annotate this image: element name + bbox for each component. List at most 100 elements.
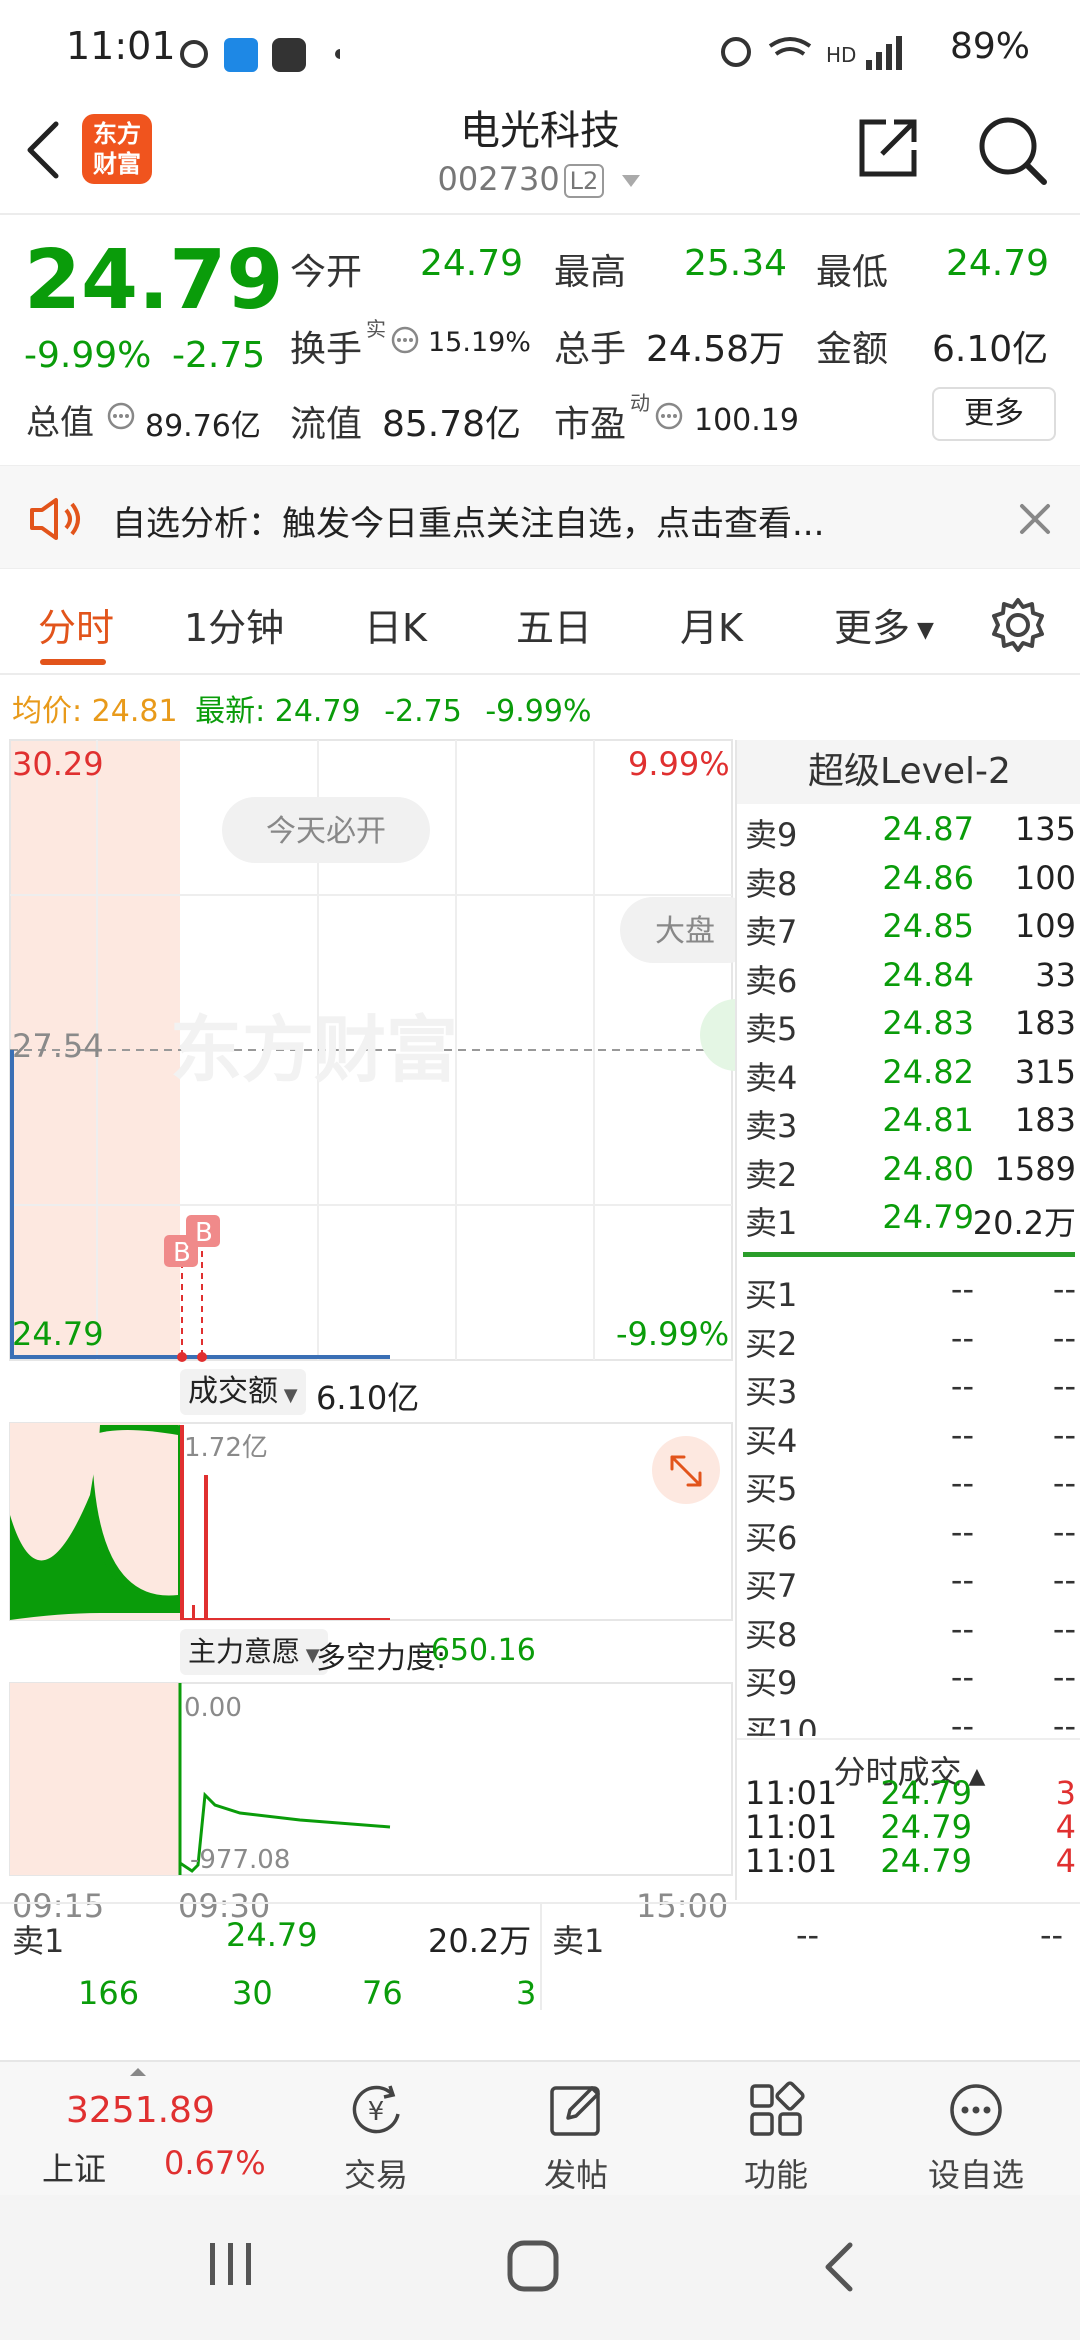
high-label: 最高 — [554, 252, 627, 293]
order-book[interactable]: 超级Level-2 卖9 24.87 135 卖8 24.86 100 卖7 24.85 109… — [735, 740, 1080, 1900]
ask-row[interactable]: 卖7 24.85 109 — [737, 907, 1080, 955]
nav-post[interactable]: 发帖 — [476, 2062, 676, 2197]
ask-price: 24.81 — [882, 1101, 974, 1139]
ask-volume: 20.2万 — [972, 1204, 1076, 1242]
bid-row[interactable]: 买10 -- -- — [737, 1707, 1080, 1737]
ask-row[interactable]: 卖4 24.82 315 — [737, 1053, 1080, 1101]
amount-label: 金额 — [816, 329, 889, 370]
info-icon[interactable] — [106, 401, 136, 431]
tab-1min[interactable]: 1分钟 — [184, 597, 284, 652]
strip-left-vol: 20.2万 — [428, 1922, 532, 1960]
bottom-nav: 3251.89 上证 0.67% ¥ 交易 发帖 功能 设自选 — [0, 2060, 1080, 2195]
ask-volume: 33 — [1035, 955, 1076, 994]
tab-daily-k[interactable]: 日K — [364, 597, 427, 652]
latest-label: 最新: — [195, 694, 266, 729]
search-icon[interactable] — [976, 114, 1048, 186]
bid-row[interactable]: 买1 -- -- — [737, 1270, 1080, 1318]
bid-level: 买6 — [745, 1518, 798, 1557]
ask-row[interactable]: 卖3 24.81 183 — [737, 1101, 1080, 1149]
quote-panel: 24.79 -9.99% -2.75 今开 24.79 最高 25.34 最低 … — [0, 215, 1080, 465]
notice-banner[interactable]: 自选分析：触发今日重点关注自选，点击查看... — [0, 465, 1080, 569]
recent-apps-icon[interactable] — [206, 2239, 256, 2289]
turnover-value: 15.19% — [428, 327, 531, 358]
bid-volume: -- — [1052, 1706, 1076, 1737]
bid-level: 买9 — [745, 1664, 798, 1702]
ask-price: 24.84 — [882, 955, 974, 994]
tab-five-day[interactable]: 五日 — [516, 597, 592, 652]
info-icon[interactable] — [654, 401, 684, 431]
bid-row[interactable]: 买6 -- -- — [737, 1513, 1080, 1561]
tab-monthly-k[interactable]: 月K — [680, 597, 743, 652]
ask-row[interactable]: 卖8 24.86 100 — [737, 859, 1080, 907]
back-nav-icon[interactable] — [820, 2239, 860, 2295]
ask-level: 卖2 — [745, 1155, 798, 1194]
info-icon[interactable] — [390, 325, 420, 355]
bid-row[interactable]: 买2 -- -- — [737, 1319, 1080, 1367]
total-mv-label: 总值 — [26, 403, 94, 443]
close-icon[interactable] — [1018, 502, 1052, 536]
market-bubble: 大盘 — [620, 897, 735, 963]
queue-item: 30 — [232, 1974, 273, 2012]
bid-row[interactable]: 买4 -- -- — [737, 1416, 1080, 1464]
chart-tabs: 分时 1分钟 日K 五日 月K 更多 ▼ — [0, 569, 1080, 675]
tab-intraday[interactable]: 分时 — [38, 597, 114, 652]
bid-row[interactable]: 买3 -- -- — [737, 1367, 1080, 1415]
home-icon[interactable] — [506, 2239, 562, 2295]
total-mv-value: 89.76亿 — [145, 409, 261, 444]
tick-time: 11:01 — [745, 1842, 838, 1880]
ask-level: 卖1 — [745, 1204, 798, 1242]
stock-header: 东方 财富 电光科技 002730 L2 — [0, 90, 1080, 215]
edit-icon — [550, 2086, 600, 2136]
level-badge: L2 — [563, 164, 605, 198]
strip-right-name: 卖1 — [552, 1922, 605, 1960]
bid-row[interactable]: 买9 -- -- — [737, 1658, 1080, 1706]
ask-row[interactable]: 卖2 24.80 1589 — [737, 1150, 1080, 1198]
bid-volume: -- — [1052, 1658, 1076, 1696]
speaker-icon — [30, 498, 80, 540]
ask-row[interactable]: 卖6 24.84 33 — [737, 956, 1080, 1004]
tick-time: 11:01 — [745, 1808, 838, 1846]
ask-volume: 100 — [1014, 858, 1076, 897]
nav-functions[interactable]: 功能 — [676, 2062, 876, 2197]
tab-more[interactable]: 更多 ▼ — [834, 597, 934, 652]
watermark: 东方财富 — [170, 1008, 458, 1092]
intraday-chart[interactable]: 东方财富 B B 今天必开 大盘 30.29 27.54 24.79 9.99%… — [0, 735, 735, 1925]
nav-trade[interactable]: ¥ 交易 — [276, 2062, 476, 2197]
tick-row: 11:01 24.79 4 — [737, 1842, 1080, 1892]
volume-indicator-select[interactable]: 成交额 ▼ — [180, 1369, 306, 1415]
strip-right-vol: -- — [1040, 1916, 1064, 1954]
ask-row[interactable]: 卖5 24.83 183 — [737, 1004, 1080, 1052]
bid-level: 买3 — [745, 1373, 798, 1411]
svg-text:¥: ¥ — [368, 2097, 385, 2127]
ask-volume: 183 — [1014, 1004, 1076, 1042]
today-bubble: 今天必开 — [222, 797, 430, 863]
ask-level: 卖7 — [745, 913, 798, 951]
float-mv-value: 85.78亿 — [382, 404, 522, 445]
bid-level: 买2 — [745, 1324, 798, 1363]
volume-value: 24.58万 — [646, 329, 786, 370]
bid-level: 买1 — [745, 1276, 798, 1314]
share-icon[interactable] — [856, 116, 920, 180]
nav-add-watchlist[interactable]: 设自选 — [876, 2062, 1076, 2197]
amount-value: 6.10亿 — [932, 329, 1049, 370]
index-widget[interactable]: 3251.89 上证 0.67% — [0, 2062, 290, 2197]
settings-icon[interactable] — [990, 597, 1046, 653]
nav-functions-label: 功能 — [743, 2156, 808, 2194]
ask-row[interactable]: 卖9 24.87 135 — [737, 810, 1080, 858]
pct-low-label: -9.99% — [616, 1315, 730, 1353]
stock-code: 002730 — [437, 160, 560, 198]
more-button[interactable]: 更多 — [932, 387, 1056, 441]
tick-price: 24.79 — [880, 1808, 972, 1846]
bid-price: -- — [950, 1270, 974, 1308]
ask-volume: 135 — [1014, 810, 1076, 848]
bid-row[interactable]: 买8 -- -- — [737, 1610, 1080, 1658]
tick-price: 24.79 — [880, 1774, 972, 1812]
open-label: 今开 — [290, 252, 363, 293]
ask-row[interactable]: 卖1 24.79 20.2万 — [737, 1198, 1080, 1246]
bid-row[interactable]: 买5 -- -- — [737, 1464, 1080, 1512]
pe-sup: 动 — [630, 391, 650, 415]
bid-level: 买10 — [745, 1712, 818, 1737]
svg-text:今天必开: 今天必开 — [266, 814, 386, 849]
force-indicator-select[interactable]: 主力意愿 ▼ — [180, 1629, 328, 1675]
bid-row[interactable]: 买7 -- -- — [737, 1561, 1080, 1609]
